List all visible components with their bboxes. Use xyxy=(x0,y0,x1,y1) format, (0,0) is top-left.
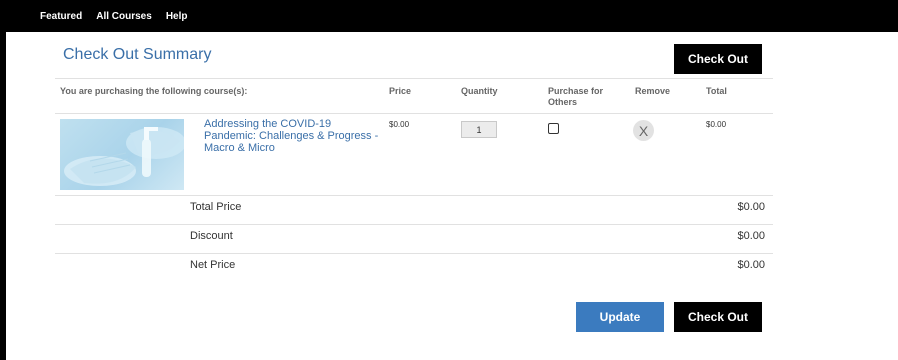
checkout-button-bottom[interactable]: Check Out xyxy=(674,302,762,332)
summary-total-price-value: $0.00 xyxy=(737,201,765,213)
nav-featured[interactable]: Featured xyxy=(40,11,82,22)
header-course: You are purchasing the following course(… xyxy=(60,86,248,96)
summary-divider-2 xyxy=(55,253,773,254)
row-divider xyxy=(55,195,773,196)
quantity-input[interactable] xyxy=(461,121,497,138)
summary-net-price-value: $0.00 xyxy=(737,259,765,271)
nav-help[interactable]: Help xyxy=(166,11,188,22)
summary-discount-label: Discount xyxy=(190,230,233,242)
summary-total-price-label: Total Price xyxy=(190,201,242,213)
page-title: Check Out Summary xyxy=(63,46,212,63)
checkout-button-top[interactable]: Check Out xyxy=(674,44,762,74)
summary-divider-1 xyxy=(55,224,773,225)
close-icon: X xyxy=(638,122,649,139)
sanitizer-mask-image-icon xyxy=(64,127,184,186)
course-thumbnail[interactable] xyxy=(60,119,184,190)
course-price: $0.00 xyxy=(389,120,410,129)
header-quantity: Quantity xyxy=(461,86,498,96)
header-remove: Remove xyxy=(635,86,671,96)
course-total: $0.00 xyxy=(706,120,727,129)
left-frame-border xyxy=(0,0,6,360)
header-price: Price xyxy=(389,86,412,96)
course-title-link[interactable]: Addressing the COVID-19 Pandemic: Challe… xyxy=(204,118,384,154)
nav-all-courses[interactable]: All Courses xyxy=(96,11,152,22)
remove-course-button[interactable]: X xyxy=(633,120,654,141)
summary-net-price-label: Net Price xyxy=(190,259,236,271)
header-total: Total xyxy=(706,86,727,96)
top-nav: Featured All Courses Help xyxy=(0,0,898,32)
checkout-page: Featured All Courses Help Check Out Summ… xyxy=(0,0,898,360)
header-bottom-divider xyxy=(55,113,773,114)
update-button[interactable]: Update xyxy=(576,302,664,332)
header-top-divider xyxy=(55,78,773,79)
summary-discount-value: $0.00 xyxy=(737,230,765,242)
header-purchase-for-others: Purchase for Others xyxy=(548,86,604,107)
purchase-for-others-checkbox[interactable] xyxy=(548,123,559,134)
